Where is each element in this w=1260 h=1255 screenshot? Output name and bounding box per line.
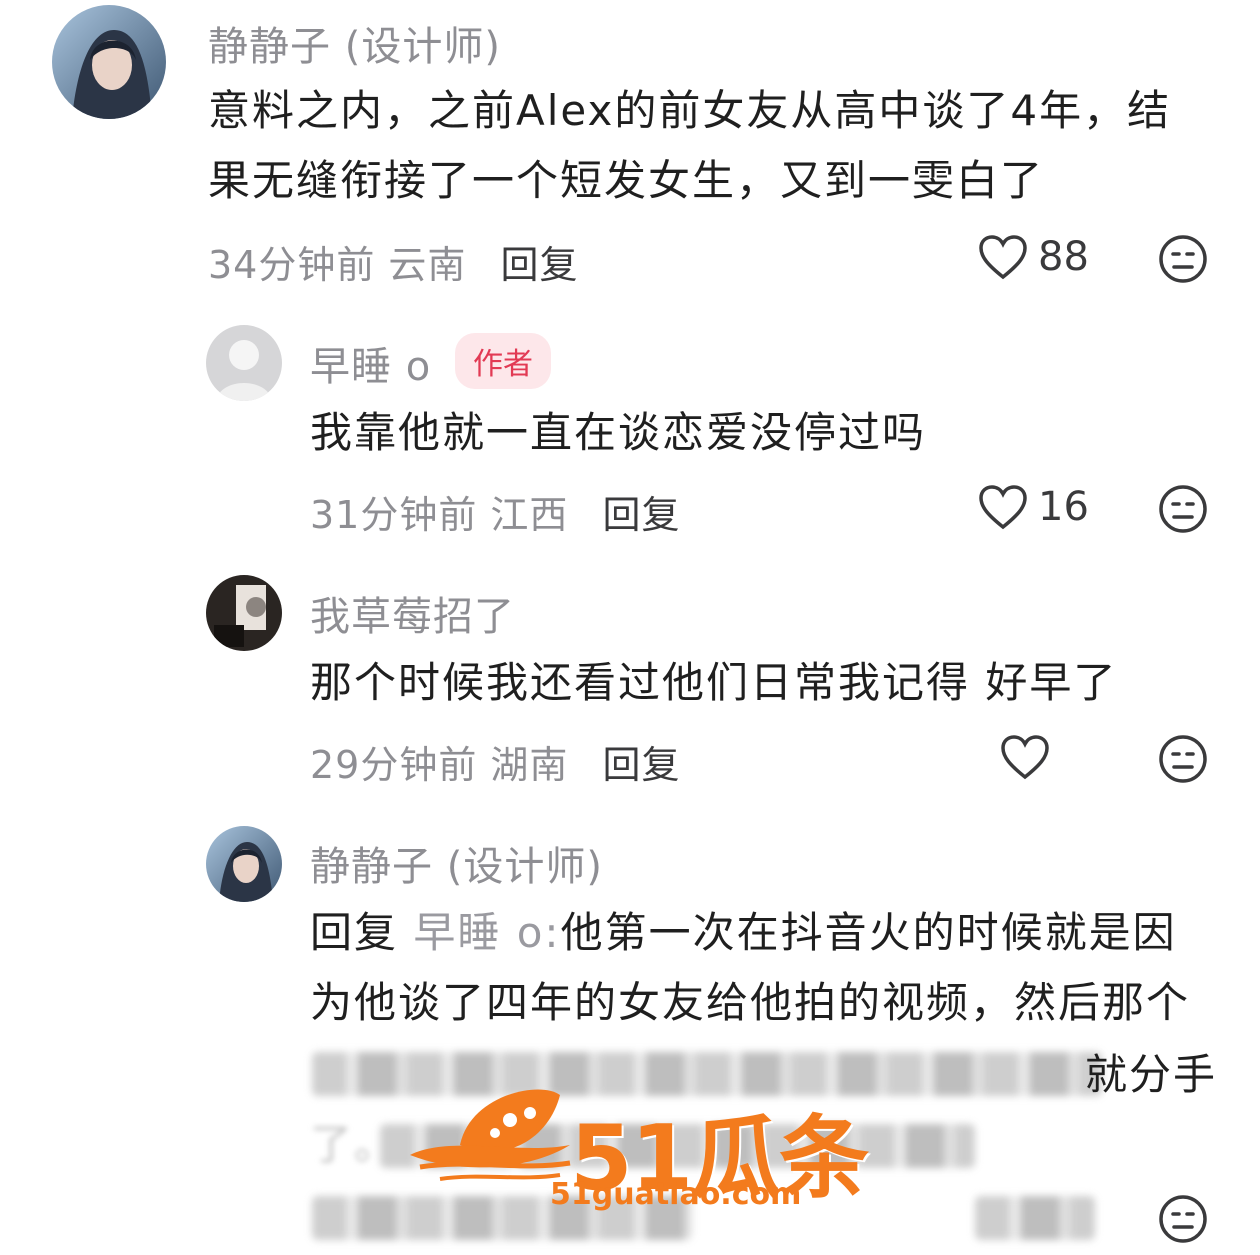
comment-meta: 29分钟前 湖南 回复 [310, 734, 680, 789]
reply-button[interactable]: 回复 [500, 243, 578, 287]
avatar[interactable] [206, 325, 282, 401]
reply-button[interactable]: 回复 [602, 493, 680, 537]
time-location: 34分钟前 云南 [208, 243, 467, 287]
comment-meta: 31分钟前 江西 回复 [310, 484, 680, 539]
avatar[interactable] [206, 575, 282, 651]
comment-meta: 34分钟前 云南 回复 [208, 234, 578, 289]
neutral-face-icon[interactable] [1158, 234, 1208, 288]
comment-text: 那个时候我还看过他们日常我记得 好早了 [310, 658, 1118, 707]
reply-target[interactable]: 早睡 o: [413, 908, 560, 957]
username[interactable]: 早睡 o [310, 334, 431, 392]
visible-fragment: 就分手 [1085, 1050, 1218, 1099]
time-location: 29分钟前 湖南 [310, 743, 569, 787]
comment-text: 意料之内，之前Alex的前女友从高中谈了4年，结果无缝衔接了一个短发女生，又到一… [208, 86, 1172, 205]
heart-outline-icon [1001, 735, 1049, 780]
heart-outline-icon [979, 485, 1027, 530]
like-count: 88 [1038, 234, 1089, 280]
avatar[interactable] [52, 5, 166, 119]
reply-button[interactable]: 回复 [602, 743, 680, 787]
like-count: 16 [1038, 484, 1089, 530]
like-button[interactable] [1000, 734, 1050, 780]
neutral-face-icon[interactable] [1158, 484, 1208, 538]
comment-text: 回复 早睡 o:他第一次在抖音火的时候就是因为他谈了四年的女友给他拍的视频，然后… [310, 898, 1210, 1038]
like-button[interactable]: 16 [978, 484, 1089, 530]
reply-prefix: 回复 [310, 908, 399, 957]
username[interactable]: 我草莓招了 [310, 584, 515, 642]
neutral-face-icon[interactable] [1158, 1194, 1208, 1248]
username[interactable]: 静静子 (设计师) [208, 14, 501, 72]
blurred-text [975, 1196, 1095, 1240]
author-badge: 作者 [455, 333, 551, 389]
time-location: 31分钟前 江西 [310, 493, 569, 537]
avatar[interactable] [206, 826, 282, 902]
comment-text: 我靠他就一直在谈恋爱没停过吗 [310, 408, 927, 457]
watermark-logo: 51瓜条 51guatiao.com [400, 1075, 870, 1215]
like-button[interactable]: 88 [978, 234, 1089, 280]
heart-outline-icon [979, 235, 1027, 280]
watermark-url: 51guatiao.com [550, 1177, 802, 1212]
username[interactable]: 静静子 (设计师) [310, 834, 603, 892]
neutral-face-icon[interactable] [1158, 734, 1208, 788]
